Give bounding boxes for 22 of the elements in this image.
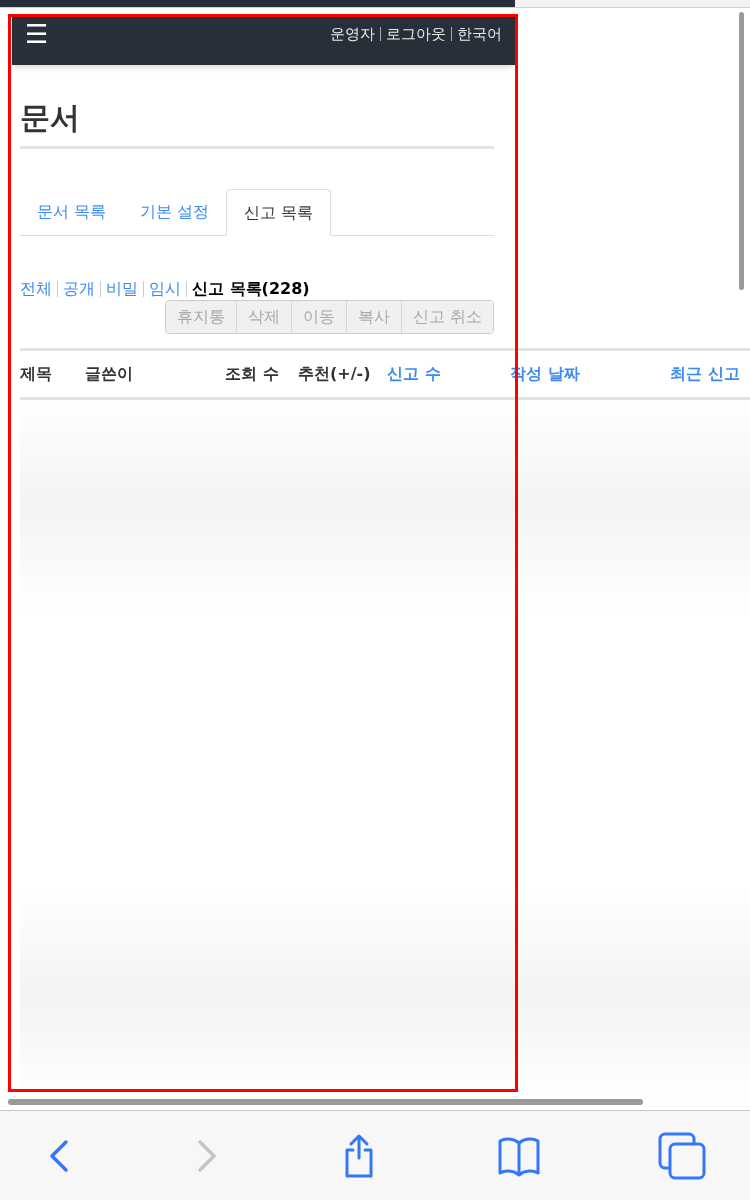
scrollbar[interactable] bbox=[739, 12, 744, 290]
nav-link[interactable]: 운영자 bbox=[330, 21, 375, 47]
filter-link[interactable]: 공개 bbox=[63, 278, 95, 300]
tab[interactable]: 신고 목록 bbox=[226, 189, 332, 236]
column-header: 조회 수 bbox=[225, 363, 280, 385]
page-title: 문서 bbox=[20, 65, 494, 149]
sort-link[interactable]: 신고 수 bbox=[387, 362, 510, 386]
nav-link[interactable]: 한국어 bbox=[457, 21, 502, 47]
filter-link[interactable]: 신고 목록(228) bbox=[192, 278, 310, 300]
column-header: 추천(+/-) bbox=[298, 363, 372, 385]
menu-icon[interactable]: ☰ bbox=[25, 21, 49, 47]
tabs-icon[interactable] bbox=[658, 1131, 706, 1180]
filter-link[interactable]: 전체 bbox=[20, 278, 52, 300]
scrollbar[interactable] bbox=[8, 1099, 643, 1105]
column-header: 제목 bbox=[20, 363, 53, 385]
column-header: 글쓴이 bbox=[85, 363, 134, 385]
nav-link[interactable]: 로그아웃 bbox=[386, 21, 446, 47]
sort-link[interactable]: 최근 신고 bbox=[670, 362, 750, 386]
tab[interactable]: 기본 설정 bbox=[123, 189, 227, 235]
tab[interactable]: 문서 목록 bbox=[20, 189, 124, 235]
filter-link[interactable]: 비밀 bbox=[106, 278, 138, 300]
filter-link[interactable]: 임시 bbox=[149, 278, 181, 300]
